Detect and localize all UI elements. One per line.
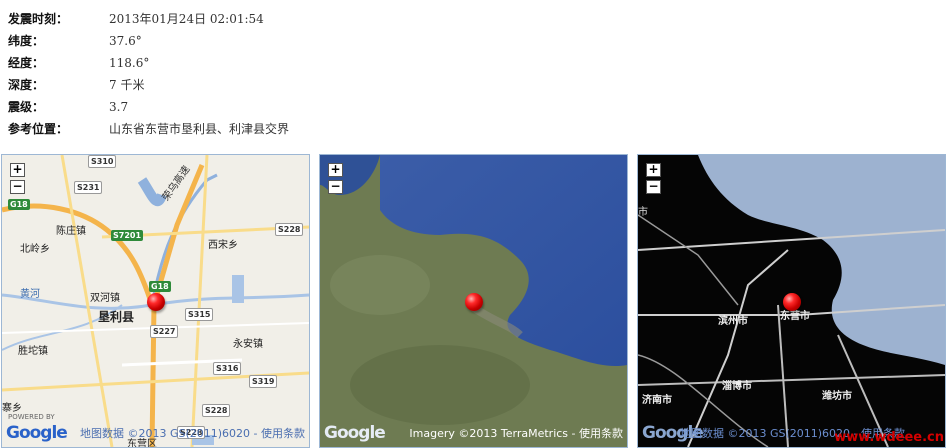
road-shield: S319 bbox=[249, 375, 278, 388]
loc-row: 参考位置： 山东省东营市垦利县、利津县交界 bbox=[8, 118, 289, 140]
map1-label: 西宋乡 bbox=[208, 240, 238, 251]
depth-label: 深度： bbox=[8, 78, 45, 92]
site-watermark: www.wdeee.cn bbox=[834, 430, 944, 445]
google-logo-text: Google bbox=[6, 423, 68, 443]
map1-label: 双河镇 bbox=[90, 293, 120, 304]
google-logo[interactable]: POWERED BY Google bbox=[6, 413, 68, 443]
loc-label: 参考位置： bbox=[8, 122, 69, 136]
map3-label: 济南市 bbox=[642, 395, 672, 406]
road-map[interactable]: + − 荣乌高速 陈庄镇 西宋乡 北岭乡 黄河 双河镇 垦利县 永安镇 胜坨镇 … bbox=[1, 154, 310, 448]
lon-value: 118.6° bbox=[109, 56, 150, 70]
lat-value: 37.6° bbox=[109, 34, 142, 48]
map1-label: 永安镇 bbox=[233, 339, 263, 350]
map1-label: 黄河 bbox=[20, 289, 40, 300]
map-credit[interactable]: 地图数据 ©2013 GS(2011)6020 - 使用条款 bbox=[80, 425, 305, 441]
epicenter-marker[interactable] bbox=[147, 293, 165, 311]
lat-label: 纬度： bbox=[8, 34, 45, 48]
loc-value: 山东省东营市垦利县、利津县交界 bbox=[109, 122, 290, 136]
map3-label: 淄博市 bbox=[722, 381, 752, 392]
road-shield: S315 bbox=[185, 308, 214, 321]
map1-label: 垦利县 bbox=[98, 310, 135, 324]
satellite-map[interactable]: + − Google Imagery ©2013 TerraMetrics - … bbox=[319, 154, 628, 448]
google-logo[interactable]: Google bbox=[324, 423, 386, 443]
road-shield: S227 bbox=[150, 325, 179, 338]
epicenter-marker[interactable] bbox=[465, 293, 483, 311]
time-label: 发震时刻： bbox=[8, 12, 69, 26]
map1-label: 陈庄镇 bbox=[56, 226, 86, 237]
zoom-in-button[interactable]: + bbox=[328, 163, 343, 177]
road-shield: G18 bbox=[8, 199, 30, 210]
depth-value: 7 千米 bbox=[109, 78, 145, 92]
powered-by-text: POWERED BY bbox=[8, 413, 55, 421]
mag-value: 3.7 bbox=[109, 100, 129, 114]
road-shield: S231 bbox=[74, 181, 103, 194]
zoom-out-button[interactable]: − bbox=[10, 180, 25, 194]
quake-info: 发震时刻： 2013年01月24日 02:01:54 纬度： 37.6° 经度： 11… bbox=[8, 8, 289, 140]
map1-label: 胜坨镇 bbox=[18, 346, 48, 357]
google-logo-text: Google bbox=[324, 423, 386, 443]
road-shield: S228 bbox=[275, 223, 304, 236]
zoom-in-button[interactable]: + bbox=[10, 163, 25, 177]
lon-label: 经度： bbox=[8, 56, 45, 70]
zoom-out-button[interactable]: − bbox=[646, 180, 661, 194]
zoom-out-button[interactable]: − bbox=[328, 180, 343, 194]
road-shield: S310 bbox=[88, 155, 117, 168]
map3-label: 市 bbox=[638, 207, 648, 218]
epicenter-marker[interactable] bbox=[783, 293, 801, 311]
depth-row: 深度： 7 千米 bbox=[8, 74, 289, 96]
road-shield: S7201 bbox=[111, 230, 144, 241]
map-credit[interactable]: Imagery ©2013 TerraMetrics - 使用条款 bbox=[409, 425, 623, 441]
mag-row: 震级： 3.7 bbox=[8, 96, 289, 118]
map1-label: 北岭乡 bbox=[20, 244, 50, 255]
dark-map[interactable]: + − 市 滨州市 东营市 济南市 淄博市 潍坊市 Google 地图数据 ©2… bbox=[637, 154, 946, 448]
road-shield: S316 bbox=[213, 362, 242, 375]
zoom-in-button[interactable]: + bbox=[646, 163, 661, 177]
map3-label: 滨州市 bbox=[718, 316, 748, 327]
road-shield: G18 bbox=[149, 281, 171, 292]
time-value: 2013年01月24日 02:01:54 bbox=[109, 12, 264, 26]
mag-label: 震级： bbox=[8, 100, 45, 114]
lon-row: 经度： 118.6° bbox=[8, 52, 289, 74]
time-row: 发震时刻： 2013年01月24日 02:01:54 bbox=[8, 8, 289, 30]
map1-label: 寨乡 bbox=[2, 403, 22, 414]
lat-row: 纬度： 37.6° bbox=[8, 30, 289, 52]
road-shield: S228 bbox=[202, 404, 231, 417]
map3-label: 潍坊市 bbox=[822, 391, 852, 402]
